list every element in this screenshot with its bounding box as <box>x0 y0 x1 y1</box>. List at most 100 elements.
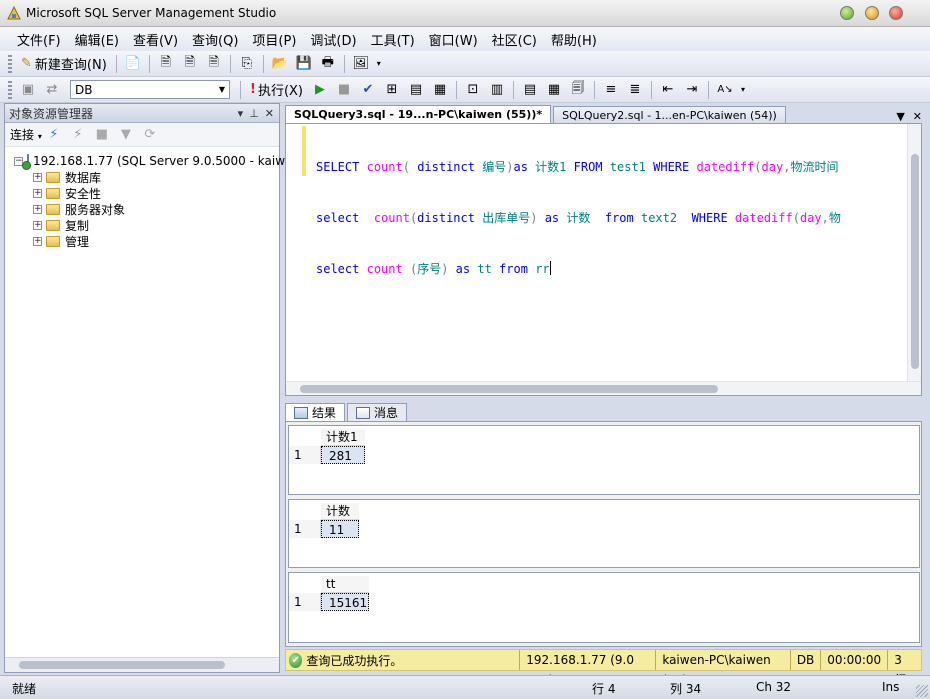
stop-icon[interactable]: ■ <box>333 80 355 100</box>
row-number[interactable]: 1 <box>289 520 321 538</box>
dmx-query-icon[interactable]: 🗎 <box>179 54 201 74</box>
toolbar-grip[interactable] <box>8 54 12 73</box>
uncomment-icon[interactable]: ≣ <box>624 80 646 100</box>
tab-list-icon[interactable]: ▼ <box>896 110 904 123</box>
resize-grip[interactable] <box>916 685 928 697</box>
column-header[interactable]: 计数1 <box>321 429 365 446</box>
expand-icon[interactable]: + <box>33 188 42 198</box>
tab-sqlquery2[interactable]: SQLQuery2.sql - 1...en-PC\kaiwen (54)) <box>553 106 786 123</box>
stop-icon[interactable]: ■ <box>91 125 113 145</box>
debug-play-icon[interactable]: ▶ <box>309 80 331 100</box>
print-icon[interactable]: 🖶 <box>317 54 339 74</box>
save-icon[interactable]: 💾 <box>293 54 315 74</box>
scrollbar-thumb[interactable] <box>911 154 919 369</box>
connect-dropdown[interactable]: 连接 ▾ <box>10 126 42 143</box>
pin-icon[interactable]: ⊥ <box>249 107 259 120</box>
expand-icon[interactable]: + <box>33 236 42 246</box>
title-bar: Microsoft SQL Server Management Studio <box>0 0 930 27</box>
execute-button[interactable]: ! 执行(X) <box>246 80 307 100</box>
estimated-plan-icon[interactable]: ⊞ <box>381 80 403 100</box>
parse-checkmark-icon[interactable]: ✔ <box>357 80 379 100</box>
expand-icon[interactable]: + <box>33 172 42 182</box>
query-options-icon[interactable]: ▤ <box>405 80 427 100</box>
column-header[interactable]: tt <box>321 576 369 593</box>
specify-template-icon[interactable]: A↘ <box>714 80 736 100</box>
status-column: 列 34 <box>670 682 702 696</box>
vertical-scrollbar[interactable] <box>907 124 921 382</box>
copy-icon[interactable]: ⎘ <box>236 54 258 74</box>
menu-edit[interactable]: 编辑(E) <box>68 28 126 51</box>
tree-node-security[interactable]: + 安全性 <box>5 185 279 201</box>
client-stats-icon[interactable]: ▥ <box>486 80 508 100</box>
query-editor[interactable]: SELECT count( distinct 编号)as 计数1 FROM te… <box>285 123 922 396</box>
maximize-button[interactable] <box>865 6 879 20</box>
results-to-grid-icon[interactable]: ▦ <box>429 80 451 100</box>
result-grid-1[interactable]: 计数1 1 281 <box>288 425 920 495</box>
comment-icon[interactable]: ≡ <box>600 80 622 100</box>
folder-icon <box>46 219 60 231</box>
results-to-text-icon[interactable]: ▤ <box>519 80 541 100</box>
menu-project[interactable]: 项目(P) <box>245 28 303 51</box>
horizontal-scrollbar[interactable] <box>5 657 279 672</box>
expand-icon[interactable]: + <box>33 220 42 230</box>
new-file-icon[interactable]: 📄 <box>122 54 144 74</box>
new-query-button[interactable]: ✎ 新建查询(N) <box>17 54 111 74</box>
mdx-query-icon[interactable]: 🗎 <box>155 54 177 74</box>
tab-sqlquery3[interactable]: SQLQuery3.sql - 19...n-PC\kaiwen (55))* <box>285 105 552 123</box>
menu-view[interactable]: 查看(V) <box>126 28 185 51</box>
tree-node-server[interactable]: − 192.168.1.77 (SQL Server 9.0.5000 - ka… <box>5 153 312 170</box>
tab-close-icon[interactable]: ✕ <box>913 110 922 123</box>
increase-indent-icon[interactable]: ⇥ <box>681 80 703 100</box>
toolbar-separator <box>708 80 709 99</box>
scrollbar-thumb[interactable] <box>19 661 225 669</box>
chevron-down-icon: ▼ <box>218 85 225 94</box>
panel-dropdown-icon[interactable]: ▾ <box>238 107 244 120</box>
tree-node-server-objects[interactable]: + 服务器对象 <box>5 201 279 217</box>
minimize-button[interactable] <box>840 6 854 20</box>
panel-close-icon[interactable]: ✕ <box>265 107 274 120</box>
tree-node-databases[interactable]: + 数据库 <box>5 169 279 185</box>
results-to-file-icon[interactable]: 🗐 <box>567 80 589 100</box>
refresh-icon[interactable]: ⟳ <box>139 125 161 145</box>
decrease-indent-icon[interactable]: ⇤ <box>657 80 679 100</box>
results-grid-icon[interactable]: ▦ <box>543 80 565 100</box>
xmla-query-icon[interactable]: 🗎 <box>203 54 225 74</box>
activity-monitor-icon[interactable]: 🖼 <box>350 54 372 74</box>
row-number[interactable]: 1 <box>289 593 321 611</box>
row-number[interactable]: 1 <box>289 446 321 464</box>
disconnect-icon[interactable]: ⚡ <box>67 125 89 145</box>
result-cell[interactable]: 281 <box>321 446 365 464</box>
toolbar-overflow-icon[interactable]: ▾ <box>738 80 748 100</box>
database-select[interactable]: DB ▼ <box>70 80 230 99</box>
horizontal-scrollbar[interactable] <box>286 381 921 395</box>
include-plan-icon[interactable]: ⊡ <box>462 80 484 100</box>
menu-window[interactable]: 窗口(W) <box>422 28 485 51</box>
connect-icon[interactable]: ▣ <box>17 80 39 100</box>
menu-community[interactable]: 社区(C) <box>485 28 544 51</box>
change-connection-icon[interactable]: ⇄ <box>41 80 63 100</box>
menu-help[interactable]: 帮助(H) <box>544 28 604 51</box>
tab-results[interactable]: 结果 <box>285 403 346 422</box>
tab-messages[interactable]: 消息 <box>347 403 408 422</box>
sql-code[interactable]: SELECT count( distinct 编号)as 计数1 FROM te… <box>316 125 841 312</box>
scrollbar-thumb[interactable] <box>300 385 718 393</box>
toolbar-grip[interactable] <box>8 80 12 99</box>
connect-server-icon[interactable]: ⚡ <box>43 125 65 145</box>
object-explorer-tree: − 192.168.1.77 (SQL Server 9.0.5000 - ka… <box>5 147 312 249</box>
open-folder-icon[interactable]: 📂 <box>269 54 291 74</box>
result-cell[interactable]: 11 <box>321 520 359 538</box>
expand-icon[interactable]: + <box>33 204 42 214</box>
result-cell[interactable]: 15161 <box>321 593 369 611</box>
menu-file[interactable]: 文件(F) <box>10 28 68 51</box>
result-grid-2[interactable]: 计数 1 11 <box>288 499 920 568</box>
menu-debug[interactable]: 调试(D) <box>303 28 363 51</box>
column-header[interactable]: 计数 <box>321 503 359 520</box>
filter-icon[interactable]: ▼ <box>115 125 137 145</box>
menu-query[interactable]: 查询(Q) <box>185 28 245 51</box>
menu-tools[interactable]: 工具(T) <box>364 28 422 51</box>
toolbar-overflow-icon[interactable]: ▾ <box>374 54 384 74</box>
tree-node-replication[interactable]: + 复制 <box>5 217 279 233</box>
tree-node-management[interactable]: + 管理 <box>5 233 279 249</box>
close-button[interactable] <box>889 6 903 20</box>
result-grid-3[interactable]: tt 1 15161 <box>288 572 920 643</box>
